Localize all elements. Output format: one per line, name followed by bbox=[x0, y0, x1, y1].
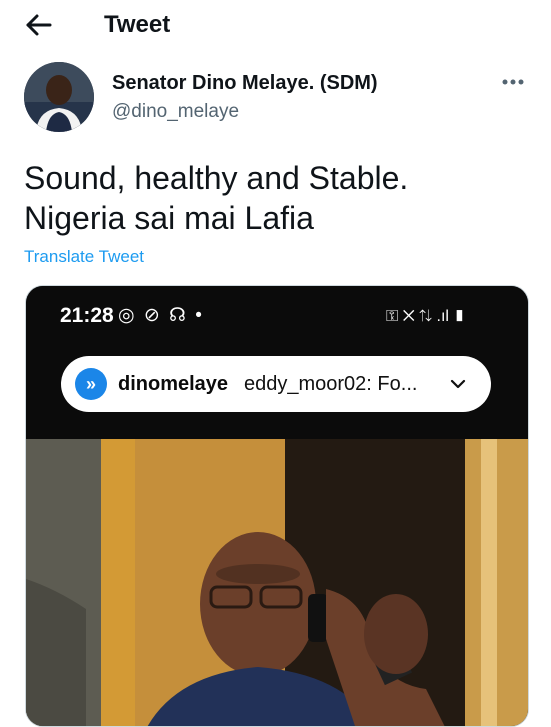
page-title: Tweet bbox=[104, 11, 171, 38]
chevron-down-icon bbox=[450, 379, 466, 389]
tweet-line: Nigeria sai mai Lafia bbox=[24, 200, 314, 236]
photo-content bbox=[26, 439, 528, 726]
status-notification-icons: ◎ ⊘ ☊ • bbox=[118, 305, 204, 326]
tweet-text: Sound, healthy and Stable. Nigeria sai m… bbox=[24, 158, 408, 238]
tweet-media[interactable]: 21:28 ◎ ⊘ ☊ • ⚿ ✕ ⇅ .ıl ▮ » dinomelaye e… bbox=[25, 285, 529, 727]
phone-status-bar: 21:28 ◎ ⊘ ☊ • ⚿ ✕ ⇅ .ıl ▮ » dinomelaye e… bbox=[26, 286, 528, 439]
author-handle[interactable]: @dino_melaye bbox=[112, 99, 239, 125]
top-bar: Tweet bbox=[0, 0, 551, 52]
status-system-icons: ⚿ ✕ ⇅ .ıl ▮ bbox=[386, 308, 466, 325]
translate-tweet-link[interactable]: Translate Tweet bbox=[24, 246, 144, 268]
back-arrow-icon[interactable] bbox=[20, 10, 54, 40]
status-time: 21:28 bbox=[60, 304, 114, 327]
notification-pill: » dinomelaye eddy_moor02: Fo... bbox=[61, 356, 491, 412]
messenger-icon: » bbox=[75, 368, 107, 400]
avatar[interactable] bbox=[24, 62, 94, 132]
author-name[interactable]: Senator Dino Melaye. (SDM) bbox=[112, 70, 378, 96]
tweet-line: Sound, healthy and Stable. bbox=[24, 160, 409, 196]
notification-message: eddy_moor02: Fo... bbox=[244, 373, 418, 395]
notification-user: dinomelaye bbox=[118, 373, 229, 395]
more-options-icon[interactable] bbox=[496, 70, 530, 94]
avatar-image bbox=[24, 62, 94, 132]
